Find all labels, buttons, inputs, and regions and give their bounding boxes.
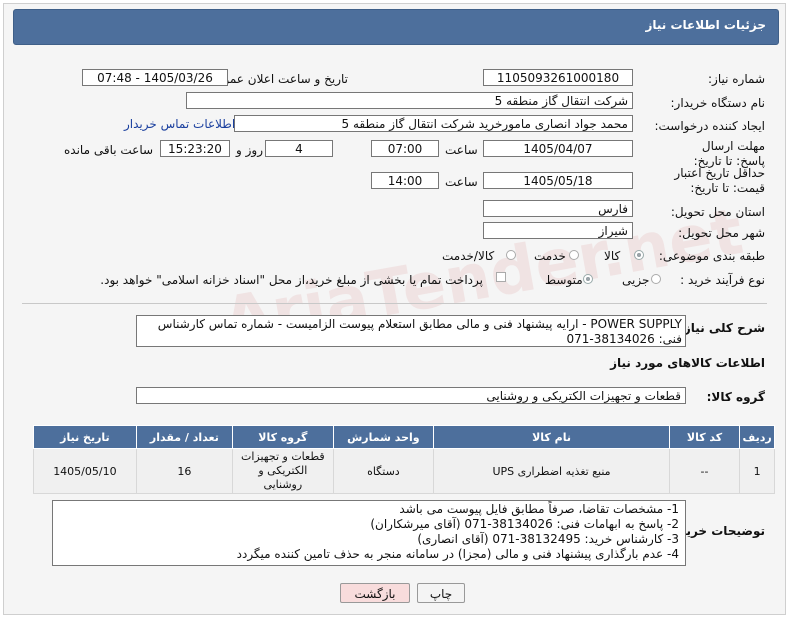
goods-table: ردیف کد کالا نام کالا واحد شمارش گروه کا… <box>33 425 775 494</box>
days-label: روز و <box>236 143 263 157</box>
category-label: طبقه بندی موضوعی: <box>658 249 765 263</box>
buyer-note-line: 1- مشخصات تقاضا، صرفاً مطابق فایل پیوست … <box>399 502 679 516</box>
goods-info-title: اطلاعات کالاهای مورد نیاز <box>610 356 765 370</box>
deadline-date-field: 1405/04/07 <box>483 140 633 157</box>
table-row[interactable]: 1 -- منبع تغذیه اضطراری UPS دستگاه قطعات… <box>33 448 775 494</box>
deadline-time-label: ساعت <box>445 143 478 157</box>
process-radio-minor[interactable] <box>651 274 661 284</box>
buyer-contact-link[interactable]: اطلاعات تماس خریدار <box>124 117 235 131</box>
buyer-note-line: 4- عدم بارگذاری پیشنهاد فنی و مالی (مجزا… <box>236 547 679 561</box>
deadline-time-field: 07:00 <box>371 140 439 157</box>
need-number-field: 1105093261000180 <box>483 69 633 86</box>
days-remaining-field: 4 <box>265 140 333 157</box>
province-label: استان محل تحویل: <box>670 205 765 219</box>
cell-row: 1 <box>739 448 775 494</box>
city-label: شهر محل تحویل: <box>678 226 765 240</box>
col-name: نام کالا <box>433 425 670 449</box>
buyer-notes-textarea[interactable]: 1- مشخصات تقاضا، صرفاً مطابق فایل پیوست … <box>52 500 686 566</box>
description-label: شرح کلی نیاز: <box>679 321 765 335</box>
creator-label: ایجاد کننده درخواست: <box>654 119 765 133</box>
description-line-2: فنی: 38134026-071 <box>566 332 682 346</box>
cell-unit: دستگاه <box>332 448 435 494</box>
province-field: فارس <box>483 200 633 217</box>
process-option-medium: متوسط <box>545 273 583 287</box>
section-divider <box>22 303 767 304</box>
category-option-service: خدمت <box>534 249 566 263</box>
cell-name: منبع تغذیه اضطراری UPS <box>433 448 670 494</box>
process-option-minor: جزیی <box>622 273 650 287</box>
cell-group: قطعات و تجهیزات الکتریکی و روشنایی <box>232 448 334 494</box>
validity-time-label: ساعت <box>445 175 478 189</box>
description-line-1: POWER SUPPLY - ارایه پیشنهاد فنی و مالی … <box>157 317 682 331</box>
category-option-goods-service: کالا/خدمت <box>442 249 495 263</box>
back-button[interactable]: بازگشت <box>340 583 410 603</box>
process-label: نوع فرآیند خرید : <box>680 273 765 287</box>
category-radio-goods[interactable] <box>634 250 644 260</box>
panel-title: جزئیات اطلاعات نیاز <box>645 18 766 32</box>
cell-qty: 16 <box>135 448 234 494</box>
validity-date-field: 1405/05/18 <box>483 172 633 189</box>
process-radio-medium[interactable] <box>583 274 593 284</box>
buyer-org-label: نام دستگاه خریدار: <box>670 96 766 110</box>
buyer-note-line: 3- کارشناس خرید: 38132495-071 (آقای انصا… <box>417 532 679 546</box>
buyer-org-field: شرکت انتقال گاز منطقه 5 <box>186 92 633 109</box>
treasury-payment-note: پرداخت تمام یا بخشی از مبلغ خرید،از محل … <box>100 273 483 287</box>
remaining-time-field: 15:23:20 <box>160 140 230 157</box>
buyer-note-line: 2- پاسخ به ابهامات فنی: 38134026-071 (آق… <box>370 517 679 531</box>
validity-time-field: 14:00 <box>371 172 439 189</box>
remaining-label: ساعت باقی مانده <box>64 143 154 157</box>
cell-code: -- <box>668 448 741 494</box>
city-field: شیراز <box>483 222 633 239</box>
category-option-goods: کالا <box>604 249 621 263</box>
announce-field: 1405/03/26 - 07:48 <box>82 69 228 86</box>
need-number-label: شماره نیاز: <box>708 72 765 86</box>
col-date: تاریخ نیاز <box>33 425 137 449</box>
creator-field: محمد جواد انصاری مامورخرید شرکت انتقال گ… <box>234 115 633 132</box>
description-textarea[interactable]: POWER SUPPLY - ارایه پیشنهاد فنی و مالی … <box>136 315 686 347</box>
col-group: گروه کالا <box>232 425 334 449</box>
col-row: ردیف <box>739 425 775 449</box>
print-button[interactable]: چاپ <box>417 583 465 603</box>
table-header-row: ردیف کد کالا نام کالا واحد شمارش گروه کا… <box>33 425 775 449</box>
col-qty: تعداد / مقدار <box>135 425 234 449</box>
category-radio-goods-service[interactable] <box>506 250 516 260</box>
validity-label: حداقل تاریخ اعتبار قیمت: تا تاریخ: <box>674 166 765 195</box>
treasury-payment-checkbox[interactable] <box>496 272 506 282</box>
goods-group-label: گروه کالا: <box>706 390 765 404</box>
col-unit: واحد شمارش <box>332 425 435 449</box>
deadline-label: مهلت ارسال پاسخ: تا تاریخ: <box>693 139 765 168</box>
goods-group-field: قطعات و تجهیزات الکتریکی و روشنایی <box>136 387 686 404</box>
cell-date: 1405/05/10 <box>33 448 137 494</box>
col-code: کد کالا <box>668 425 741 449</box>
category-radio-service[interactable] <box>569 250 579 260</box>
